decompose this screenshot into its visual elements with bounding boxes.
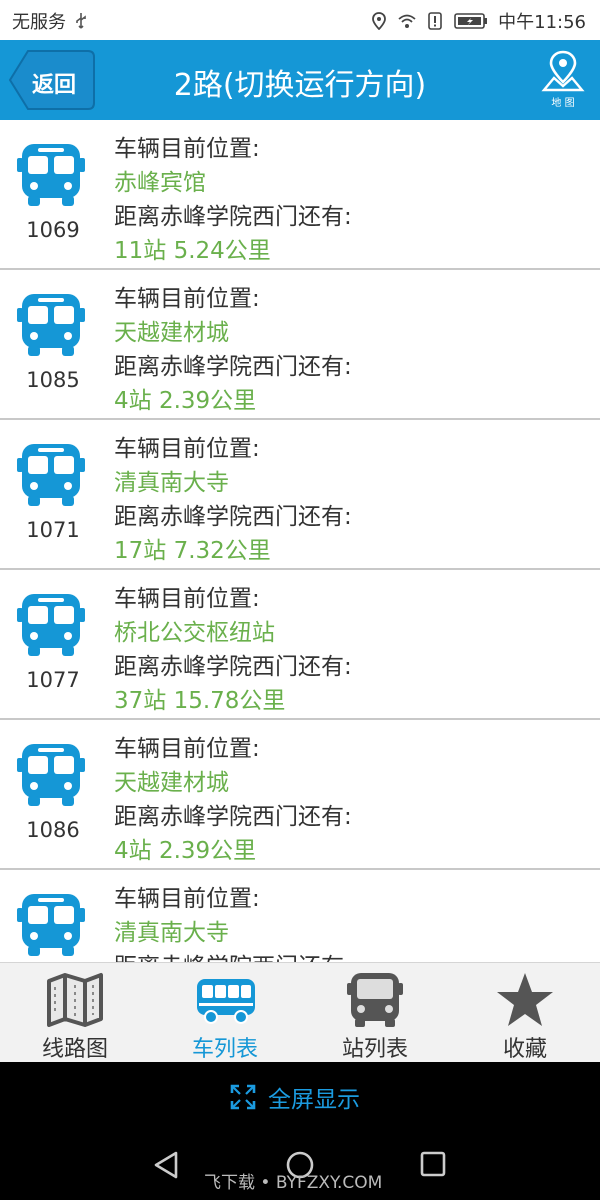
clock-text: 中午11:56 [498,12,586,33]
app-header: 返回 2路(切换运行方向) 地 图 [0,40,600,120]
bus-front-icon [17,294,85,356]
position-label: 车辆目前位置: [114,136,260,162]
vehicle-number: 1071 [26,518,80,542]
usb-icon [76,13,86,29]
expand-icon [230,1084,256,1110]
tab-route-map[interactable]: 线路图 [0,963,150,1063]
vehicle-info: 车辆目前位置: 清真南大寺 距离赤峰学院西门还有: 17站 7.32公里 [114,432,352,568]
current-location: 赤峰宾馆 [114,170,206,196]
map-button-label: 地 图 [551,98,575,109]
vehicle-info: 车辆目前位置: 桥北公交枢纽站 距离赤峰学院西门还有: 37站 15.78公里 [114,582,352,718]
vehicle-info: 车辆目前位置: 清真南大寺 距离赤峰学院西门还有: [114,882,352,962]
tab-label: 站列表 [341,1037,408,1062]
fullscreen-label: 全屏显示 [268,1087,360,1113]
vehicle-number: 1085 [26,368,80,392]
distance-label: 距离赤峰学院西门还有: [114,354,352,380]
tab-favorites[interactable]: 收藏 [450,963,600,1063]
vehicle-number: 1086 [26,818,80,842]
current-location: 桥北公交枢纽站 [114,620,275,646]
back-button-label: 返回 [32,73,77,98]
tab-label: 线路图 [41,1037,108,1062]
distance-value: 11站 5.24公里 [114,238,271,264]
vehicle-row[interactable]: 车辆目前位置: 清真南大寺 距离赤峰学院西门还有: [0,870,600,962]
current-location: 清真南大寺 [114,920,229,946]
vehicle-info: 车辆目前位置: 天越建材城 距离赤峰学院西门还有: 4站 2.39公里 [114,732,352,868]
alert-icon [428,12,442,30]
bus-stop-icon [347,973,403,1027]
distance-label: 距离赤峰学院西门还有: [114,950,352,962]
vehicle-row[interactable]: 1077 车辆目前位置: 桥北公交枢纽站 距离赤峰学院西门还有: 37站 15.… [0,570,600,720]
status-right: 中午11:56 [370,8,586,34]
carrier-text: 无服务 [12,12,66,33]
bus-front-icon [17,444,85,506]
vehicle-list[interactable]: 1069 车辆目前位置: 赤峰宾馆 距离赤峰学院西门还有: 11站 5.24公里… [0,120,600,962]
watermark-text: 飞下载 • BYFZXY.COM [204,1173,383,1193]
distance-value: 37站 15.78公里 [114,688,286,714]
vehicle-info: 车辆目前位置: 天越建材城 距离赤峰学院西门还有: 4站 2.39公里 [114,282,352,418]
position-label: 车辆目前位置: [114,886,260,912]
bus-front-icon [17,894,85,956]
bus-front-icon [197,979,255,1024]
location-icon [372,12,387,30]
distance-value: 4站 2.39公里 [114,388,257,414]
fullscreen-bar: 全屏显示 [0,1062,600,1130]
back-button[interactable]: 返回 [8,49,96,111]
bus-front-icon [17,144,85,206]
tab-stop-list[interactable]: 站列表 [300,963,450,1063]
status-left: 无服务 [12,8,90,34]
vehicle-row[interactable]: 1071 车辆目前位置: 清真南大寺 距离赤峰学院西门还有: 17站 7.32公… [0,420,600,570]
distance-label: 距离赤峰学院西门还有: [114,504,352,530]
bus-front-icon [17,594,85,656]
vehicle-number: 1069 [26,218,80,242]
bottom-tab-bar: 线路图 车列表 站列表 收藏 [0,962,600,1062]
status-bar: 无服务 中午11:56 [0,0,600,40]
current-location: 天越建材城 [114,770,229,796]
nav-back-icon[interactable] [152,1150,180,1180]
vehicle-row[interactable]: 1085 车辆目前位置: 天越建材城 距离赤峰学院西门还有: 4站 2.39公里 [0,270,600,420]
bus-front-icon [17,744,85,806]
distance-label: 距离赤峰学院西门还有: [114,204,352,230]
battery-icon [454,13,488,29]
position-label: 车辆目前位置: [114,436,260,462]
system-nav-bar: 飞下载 • BYFZXY.COM [0,1130,600,1200]
page-title[interactable]: 2路(切换运行方向) [120,60,480,104]
vehicle-row[interactable]: 1086 车辆目前位置: 天越建材城 距离赤峰学院西门还有: 4站 2.39公里 [0,720,600,870]
position-label: 车辆目前位置: [114,586,260,612]
position-label: 车辆目前位置: [114,736,260,762]
nav-recents-icon[interactable] [420,1150,446,1178]
distance-label: 距离赤峰学院西门还有: [114,654,352,680]
position-label: 车辆目前位置: [114,286,260,312]
current-location: 清真南大寺 [114,470,229,496]
map-pin-icon [541,50,585,92]
map-button[interactable]: 地 图 [540,50,586,110]
vehicle-number: 1077 [26,668,80,692]
current-location: 天越建材城 [114,320,229,346]
wifi-icon [398,14,416,28]
vehicle-row[interactable]: 1069 车辆目前位置: 赤峰宾馆 距离赤峰学院西门还有: 11站 5.24公里 [0,120,600,270]
vehicle-info: 车辆目前位置: 赤峰宾馆 距离赤峰学院西门还有: 11站 5.24公里 [114,132,352,268]
tab-label: 车列表 [191,1037,258,1062]
distance-value: 4站 2.39公里 [114,838,257,864]
map-icon [47,973,103,1027]
fullscreen-button[interactable]: 全屏显示 [230,1080,360,1114]
distance-value: 17站 7.32公里 [114,538,271,564]
tab-bus-list[interactable]: 车列表 [150,963,300,1063]
distance-label: 距离赤峰学院西门还有: [114,804,352,830]
tab-label: 收藏 [502,1037,547,1062]
star-icon [497,973,553,1026]
